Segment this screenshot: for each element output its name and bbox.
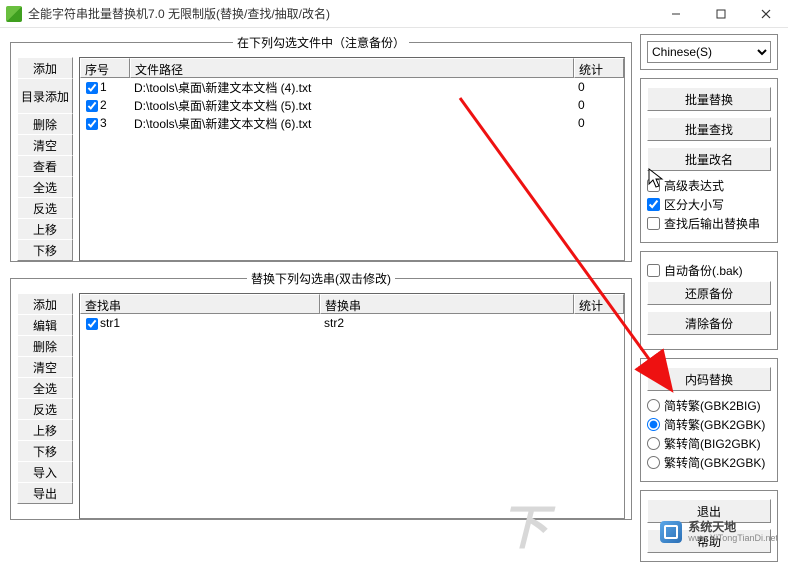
- cell-path: D:\tools\桌面\新建文本文档 (5).txt: [130, 97, 574, 114]
- encoding-radio[interactable]: [647, 418, 660, 431]
- col-repl[interactable]: 替换串: [320, 294, 574, 314]
- encoding-radio[interactable]: [647, 456, 660, 469]
- row-checkbox[interactable]: [86, 100, 98, 112]
- auto-backup-option[interactable]: 自动备份(.bak): [647, 262, 771, 279]
- minimize-button[interactable]: [653, 0, 698, 28]
- encoding-option-1[interactable]: 简转繁(GBK2GBK): [647, 416, 771, 433]
- encoding-option-0[interactable]: 简转繁(GBK2BIG): [647, 397, 771, 414]
- cell-path: D:\tools\桌面\新建文本文档 (6).txt: [130, 115, 574, 132]
- auto-backup-checkbox[interactable]: [647, 264, 660, 277]
- files-btn-1[interactable]: 目录添加: [17, 78, 73, 114]
- table-row[interactable]: 1D:\tools\桌面\新建文本文档 (4).txt0: [80, 78, 624, 96]
- replace-listview[interactable]: 查找串 替换串 统计 str1str2: [79, 293, 625, 519]
- window-controls: [653, 0, 788, 28]
- table-row[interactable]: str1str2: [80, 314, 624, 332]
- replace-btn-2[interactable]: 删除: [17, 335, 73, 357]
- cell-path: D:\tools\桌面\新建文本文档 (4).txt: [130, 79, 574, 96]
- files-btn-8[interactable]: 下移: [17, 239, 73, 261]
- col-stat2[interactable]: 统计: [574, 294, 624, 314]
- row-checkbox[interactable]: [86, 118, 98, 130]
- files-panel-legend: 在下列勾选文件中（注意备份）: [233, 34, 409, 51]
- files-button-stack: 添加目录添加删除清空查看全选反选上移下移: [17, 57, 73, 261]
- close-button[interactable]: [743, 0, 788, 28]
- table-row[interactable]: 2D:\tools\桌面\新建文本文档 (5).txt0: [80, 96, 624, 114]
- files-header: 序号 文件路径 统计: [80, 58, 624, 78]
- encoding-option-2[interactable]: 繁转简(BIG2GBK): [647, 435, 771, 452]
- clear-backup-button[interactable]: 清除备份: [647, 311, 771, 335]
- replace-btn-8[interactable]: 导入: [17, 461, 73, 483]
- output-after-find-checkbox[interactable]: [647, 217, 660, 230]
- col-seq[interactable]: 序号: [80, 58, 130, 78]
- replace-button-stack: 添加编辑删除清空全选反选上移下移导入导出: [17, 293, 73, 519]
- encoding-replace-button[interactable]: 内码替换: [647, 367, 771, 391]
- titlebar: 全能字符串批量替换机7.0 无限制版(替换/查找/抽取/改名): [0, 0, 788, 28]
- row-checkbox[interactable]: [86, 82, 98, 94]
- files-btn-4[interactable]: 查看: [17, 155, 73, 177]
- replace-btn-1[interactable]: 编辑: [17, 314, 73, 336]
- window-title: 全能字符串批量替换机7.0 无限制版(替换/查找/抽取/改名): [28, 5, 653, 22]
- encoding-radio[interactable]: [647, 399, 660, 412]
- adv-expr-checkbox[interactable]: [647, 179, 660, 192]
- replace-body: str1str2: [80, 314, 624, 332]
- replace-header: 查找串 替换串 统计: [80, 294, 624, 314]
- batch-replace-button[interactable]: 批量替换: [647, 87, 771, 111]
- files-btn-0[interactable]: 添加: [17, 57, 73, 79]
- cell-stat: 0: [574, 116, 624, 130]
- cell-stat: 0: [574, 98, 624, 112]
- encoding-panel: 内码替换 简转繁(GBK2BIG) 简转繁(GBK2GBK) 繁转简(BIG2GBK…: [640, 358, 778, 482]
- language-panel: Chinese(S): [640, 34, 778, 70]
- maximize-button[interactable]: [698, 0, 743, 28]
- col-find[interactable]: 查找串: [80, 294, 320, 314]
- app-icon: [6, 6, 22, 22]
- replace-btn-7[interactable]: 下移: [17, 440, 73, 462]
- files-btn-2[interactable]: 删除: [17, 113, 73, 135]
- encoding-radio[interactable]: [647, 437, 660, 450]
- adv-expr-option[interactable]: 高级表达式: [647, 177, 771, 194]
- files-panel: 在下列勾选文件中（注意备份） 添加目录添加删除清空查看全选反选上移下移 序号 文…: [10, 34, 632, 262]
- watermark-en: www.XiTongTianDi.net: [688, 534, 778, 544]
- batch-rename-button[interactable]: 批量改名: [647, 147, 771, 171]
- watermark-logo-icon: [660, 521, 682, 543]
- replace-btn-0[interactable]: 添加: [17, 293, 73, 315]
- language-select[interactable]: Chinese(S): [647, 41, 771, 63]
- batch-ops-panel: 批量替换 批量查找 批量改名 高级表达式 区分大小写 查找后输出替换串: [640, 78, 778, 243]
- output-after-find-option[interactable]: 查找后输出替换串: [647, 215, 771, 232]
- replace-btn-4[interactable]: 全选: [17, 377, 73, 399]
- restore-backup-button[interactable]: 还原备份: [647, 281, 771, 305]
- cell-repl: str2: [320, 316, 574, 330]
- replace-panel: 替换下列勾选串(双击修改) 添加编辑删除清空全选反选上移下移导入导出 查找串 替…: [10, 270, 632, 520]
- col-path[interactable]: 文件路径: [130, 58, 574, 78]
- cell-stat: 0: [574, 80, 624, 94]
- batch-find-button[interactable]: 批量查找: [647, 117, 771, 141]
- backup-panel: 自动备份(.bak) 还原备份 清除备份: [640, 251, 778, 350]
- case-sensitive-checkbox[interactable]: [647, 198, 660, 211]
- replace-btn-5[interactable]: 反选: [17, 398, 73, 420]
- table-row[interactable]: 3D:\tools\桌面\新建文本文档 (6).txt0: [80, 114, 624, 132]
- files-btn-7[interactable]: 上移: [17, 218, 73, 240]
- replace-panel-legend: 替换下列勾选串(双击修改): [247, 270, 395, 287]
- replace-btn-6[interactable]: 上移: [17, 419, 73, 441]
- files-body: 1D:\tools\桌面\新建文本文档 (4).txt02D:\tools\桌面…: [80, 78, 624, 132]
- files-btn-3[interactable]: 清空: [17, 134, 73, 156]
- case-sensitive-option[interactable]: 区分大小写: [647, 196, 771, 213]
- row-checkbox[interactable]: [86, 318, 98, 330]
- watermark: 系统天地 www.XiTongTianDi.net: [660, 521, 778, 544]
- files-btn-6[interactable]: 反选: [17, 197, 73, 219]
- encoding-option-3[interactable]: 繁转简(GBK2GBK): [647, 454, 771, 471]
- replace-btn-3[interactable]: 清空: [17, 356, 73, 378]
- replace-btn-9[interactable]: 导出: [17, 482, 73, 504]
- col-stat[interactable]: 统计: [574, 58, 624, 78]
- files-btn-5[interactable]: 全选: [17, 176, 73, 198]
- files-listview[interactable]: 序号 文件路径 统计 1D:\tools\桌面\新建文本文档 (4).txt02…: [79, 57, 625, 261]
